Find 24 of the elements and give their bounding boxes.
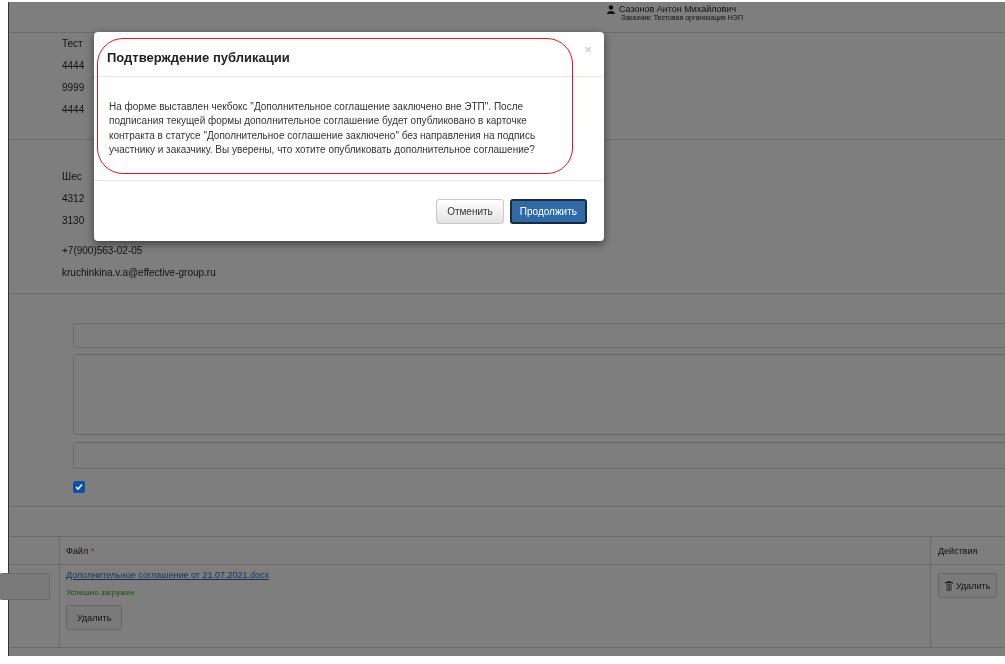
person-icon [607,4,615,14]
upload-status: Успешно загружен [66,588,135,597]
delete-button[interactable]: Удалить [938,573,998,598]
file-link[interactable]: Дополнительное соглашение от 21.07.2021.docx [66,570,269,580]
contact-text: +7(900)563-02-05 [62,245,143,256]
input-field[interactable] [0,573,50,600]
delete-button[interactable]: Удалить [66,605,123,630]
modal-title: Подтверждение публикации [107,49,290,65]
contact-text: 3130 [62,215,85,226]
trash-icon [945,580,953,591]
contact-text: 4444 [62,60,85,71]
cancel-button[interactable]: Отменить [436,198,504,224]
column-header: Действия [938,545,978,556]
contact-text: 9999 [62,82,85,93]
checkbox[interactable] [73,481,85,493]
contact-text: 4444 [62,104,85,115]
modal-message: На форме выставлен чекбокс "Дополнительное соглашение заключено вне ЭТП". После подписания текущей формы дополнительное соглашение будет опубликовано в карточке контракта в статусе "Дополнительное соглашение заключено" без направления на подпись участнику и заказчику. Вы уверены, что хотите опубликовать дополнительное соглашение? [109,99,537,157]
column-header: Файл * [66,545,95,556]
contact-text: Шес [62,171,82,182]
contact-text: kruchinkina.v.a@effective-group.ru [62,267,216,278]
continue-button[interactable]: Продолжить [509,198,587,224]
user-name: Сазонов Антон Михайлович [619,4,737,14]
contact-text: Тест [62,38,83,49]
contact-text: 4312 [62,193,85,204]
